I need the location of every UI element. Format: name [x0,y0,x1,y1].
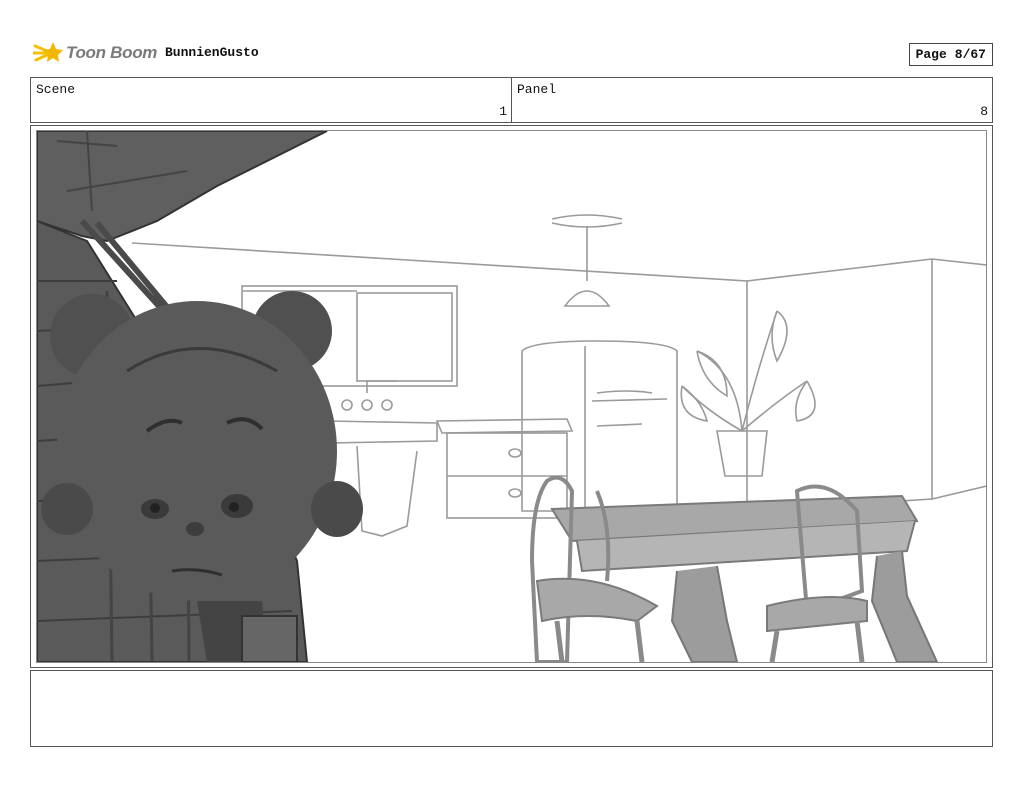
storyboard-sketch [37,131,986,662]
panel-notes-area[interactable] [30,670,993,747]
scene-number: 1 [499,104,507,119]
page-number: 8/67 [954,47,986,62]
page-label: Page [915,47,947,62]
toon-boom-logo: Toon Boom [33,38,163,68]
project-name: BunnienGusto [165,45,259,60]
table-and-chairs [529,475,939,662]
panel-image[interactable] [36,130,987,663]
scene-cell: Scene 1 [31,78,511,122]
panel-number: 8 [980,104,988,119]
panel-frame [30,125,993,668]
panel-cell: Panel 8 [511,78,992,122]
scene-label: Scene [36,82,76,97]
logo-text: Toon Boom [66,43,158,62]
storyboard-header: Toon Boom BunnienGusto Page 8/67 [30,36,993,72]
scene-panel-info: Scene 1 Panel 8 [30,77,993,123]
page-indicator: Page 8/67 [908,43,993,66]
panel-label: Panel [517,82,557,97]
toon-boom-star-icon [33,42,63,62]
